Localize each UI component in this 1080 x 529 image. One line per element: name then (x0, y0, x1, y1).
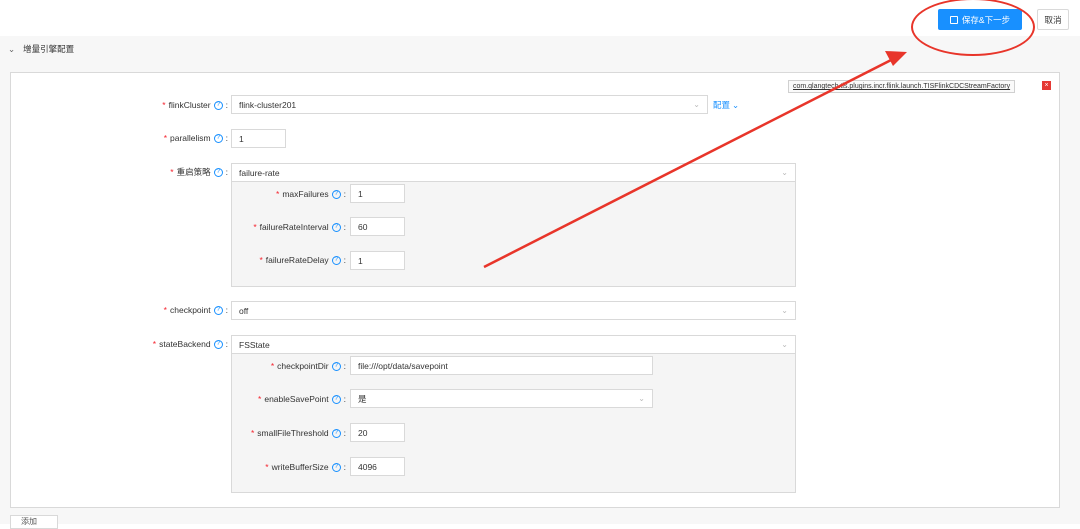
section-title: 增量引擎配置 (23, 44, 75, 54)
help-icon[interactable]: ? (331, 462, 341, 472)
state-backend-label: * stateBackend ? : (152, 339, 228, 349)
config-link[interactable]: 配置 ⌄ (713, 99, 739, 111)
help-icon[interactable]: ? (213, 100, 223, 110)
help-icon[interactable]: ? (331, 428, 341, 438)
failure-rate-delay-label: * failureRateDelay ? : (259, 255, 346, 265)
write-buffer-size-label: * writeBufferSize ? : (265, 462, 346, 472)
help-icon[interactable]: ? (213, 339, 223, 349)
help-icon[interactable]: ? (331, 361, 341, 371)
flinkcluster-select[interactable]: flink-cluster201 ⌄ (231, 95, 708, 114)
close-icon[interactable]: × (1042, 81, 1051, 90)
enable-savepoint-label: * enableSavePoint ? : (258, 394, 346, 404)
failure-rate-interval-label: * failureRateInterval ? : (253, 222, 346, 232)
restart-strategy-label: * 重启策略 ? : (170, 167, 228, 177)
parallelism-input[interactable]: 1 (231, 129, 286, 148)
help-icon[interactable]: ? (331, 222, 341, 232)
chevron-down-icon: ⌄ (781, 340, 788, 349)
chevron-down-icon: ⌄ (781, 168, 788, 177)
chevron-down-icon: ⌄ (781, 306, 788, 315)
failure-rate-interval-input[interactable]: 60 (350, 217, 405, 236)
small-file-threshold-label: * smallFileThreshold ? : (250, 428, 346, 438)
flinkcluster-label: * flinkCluster ? : (162, 100, 228, 110)
help-icon[interactable]: ? (331, 189, 341, 199)
help-icon[interactable]: ? (213, 133, 223, 143)
plugin-class-link[interactable]: com.qlangtech.tis.plugins.incr.flink.lau… (788, 80, 1016, 93)
cancel-button[interactable]: 取消 (1037, 9, 1069, 30)
help-icon[interactable]: ? (331, 394, 341, 404)
checkpoint-dir-label: * checkpointDir ? : (270, 361, 346, 371)
max-failures-input[interactable]: 1 (350, 184, 405, 203)
chevron-down-icon: ⌄ (638, 394, 645, 403)
parallelism-label: * parallelism ? : (163, 133, 228, 143)
write-buffer-size-input[interactable]: 4096 (350, 457, 405, 476)
help-icon[interactable]: ? (331, 255, 341, 265)
help-icon[interactable]: ? (213, 305, 223, 315)
help-icon[interactable]: ? (213, 167, 223, 177)
add-button[interactable]: 添加 (10, 515, 58, 529)
annotation-circle (911, 0, 1035, 56)
max-failures-label: * maxFailures ? : (276, 189, 346, 199)
chevron-down-icon: ⌄ (693, 100, 700, 109)
checkpoint-dir-input[interactable]: file:///opt/data/savepoint (350, 356, 653, 375)
restart-strategy-select[interactable]: failure-rate ⌄ (231, 163, 796, 182)
enable-savepoint-select[interactable]: 是 ⌄ (350, 389, 653, 408)
small-file-threshold-input[interactable]: 20 (350, 423, 405, 442)
chevron-down-icon: ⌄ (8, 43, 16, 54)
failure-rate-delay-input[interactable]: 1 (350, 251, 405, 270)
checkpoint-label: * checkpoint ? : (163, 305, 228, 315)
chevron-down-icon: ⌄ (732, 99, 740, 110)
state-backend-select[interactable]: FSState ⌄ (231, 335, 796, 354)
checkpoint-select[interactable]: off ⌄ (231, 301, 796, 320)
section-header[interactable]: ⌄ 增量引擎配置 (8, 42, 74, 56)
